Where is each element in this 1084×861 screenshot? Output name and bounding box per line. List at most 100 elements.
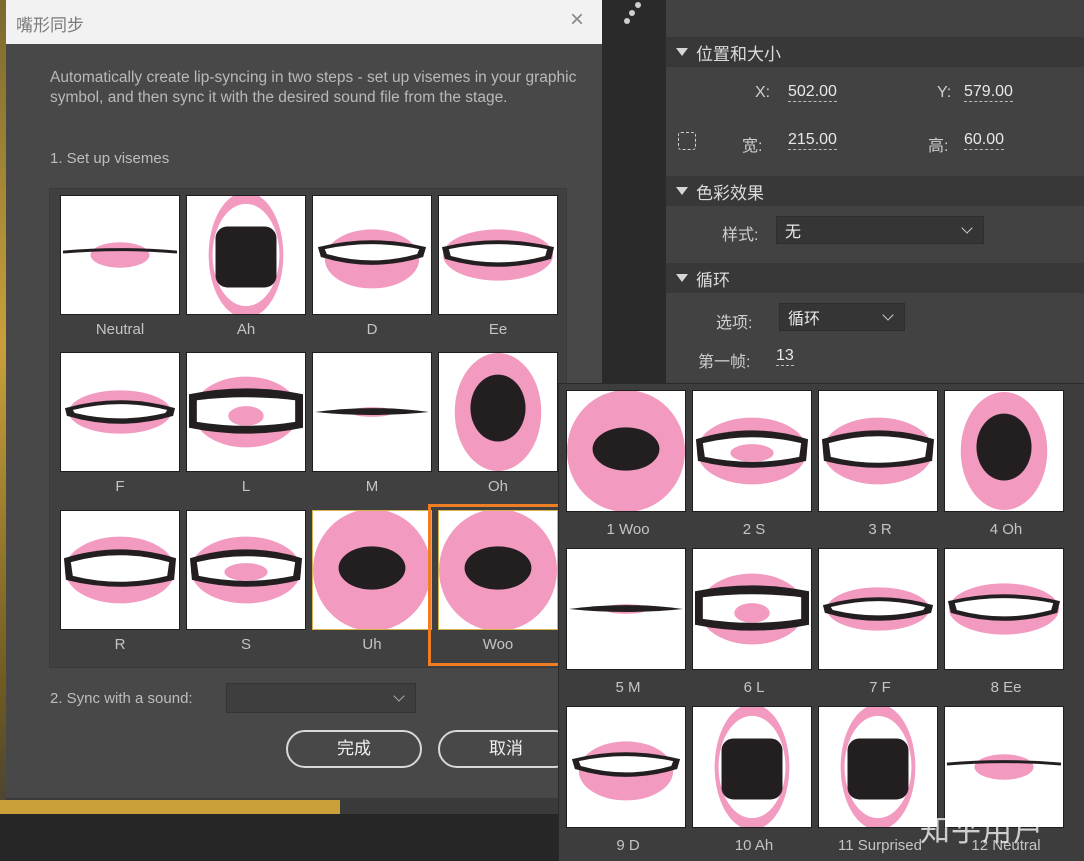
mouth-f-thumbnail[interactable] <box>60 352 180 472</box>
mouth-l-thumbnail[interactable] <box>186 352 306 472</box>
dialog-title: 嘴形同步 <box>16 16 84 35</box>
x-label: X: <box>755 84 771 101</box>
dialog-description: Automatically create lip-syncing in two … <box>50 69 577 106</box>
section-position-size[interactable]: 位置和大小 <box>666 37 1084 67</box>
frame-cell-5[interactable]: 5 M <box>566 542 688 698</box>
frame-cell-10[interactable]: 10 Ah <box>692 700 814 856</box>
chevron-down-icon <box>961 222 973 234</box>
step2-label: 2. Sync with a sound: <box>50 690 193 707</box>
mouth-oh-thumbnail[interactable] <box>944 390 1064 512</box>
viseme-cell-r[interactable]: R <box>55 504 180 660</box>
viseme-cell-ah[interactable]: Ah <box>181 189 306 345</box>
background-strip-bottom <box>0 800 340 814</box>
more-dots-icon[interactable] <box>624 2 644 26</box>
viseme-label: M <box>365 478 379 495</box>
collapse-triangle-icon[interactable] <box>676 48 688 56</box>
viseme-cell-l[interactable]: L <box>181 346 306 502</box>
viseme-cell-uh[interactable]: Uh <box>307 504 432 660</box>
viseme-label: Ah <box>236 321 256 338</box>
y-label: Y: <box>937 84 952 101</box>
section-color-effect[interactable]: 色彩效果 <box>666 176 1084 206</box>
style-dropdown[interactable]: 无 <box>776 216 984 244</box>
mouth-woo-thumbnail[interactable] <box>312 510 432 630</box>
mouth-f-thumbnail[interactable] <box>818 548 938 670</box>
frame-picker-popup: 1 Woo 2 S3 R4 Oh 5 M6 L7 F8 Ee 9 D 10 Ah 11 S… <box>558 383 1084 861</box>
panel-gutter <box>600 0 666 390</box>
chevron-down-icon <box>882 309 894 321</box>
dialog-title-bar[interactable]: 嘴形同步 × <box>6 0 602 44</box>
frame-cell-2[interactable]: 2 S <box>692 384 814 540</box>
properties-panel: 位置和大小 X: 502.00 Y: 579.00 宽: 215.00 高: 6… <box>666 0 1084 390</box>
selected-viseme-highlight <box>428 504 565 666</box>
frame-cell-1[interactable]: 1 Woo <box>566 384 688 540</box>
mouth-r-thumbnail[interactable] <box>818 390 938 512</box>
y-value[interactable]: 579.00 <box>964 83 1013 102</box>
first-frame-label: 第一帧: <box>698 354 751 371</box>
width-value[interactable]: 215.00 <box>788 131 837 150</box>
cancel-button[interactable]: 取消 <box>438 730 574 768</box>
mouth-teeth-thumbnail[interactable] <box>312 195 432 315</box>
mouth-m-thumbnail[interactable] <box>312 352 432 472</box>
frame-label: 7 F <box>869 679 891 696</box>
mouth-m-thumbnail[interactable] <box>566 548 686 670</box>
collapse-triangle-icon[interactable] <box>676 187 688 195</box>
frame-cell-4[interactable]: 4 Oh <box>944 384 1066 540</box>
mouth-oh-thumbnail[interactable] <box>438 352 558 472</box>
viseme-label: S <box>240 636 251 653</box>
section-loop[interactable]: 循环 <box>666 263 1084 293</box>
step1-label: 1. Set up visemes <box>50 150 170 167</box>
frame-label: 3 R <box>868 521 892 538</box>
viseme-cell-neutral[interactable]: Neutral <box>55 189 180 345</box>
mouth-l-thumbnail[interactable] <box>692 548 812 670</box>
mouth-neutral-thumbnail[interactable] <box>60 195 180 315</box>
viseme-cell-oh[interactable]: Oh <box>433 346 558 502</box>
done-button[interactable]: 完成 <box>286 730 422 768</box>
viseme-cell-m[interactable]: M <box>307 346 432 502</box>
viseme-label: R <box>114 636 126 653</box>
mouth-r-thumbnail[interactable] <box>60 510 180 630</box>
first-frame-value[interactable]: 13 <box>776 347 794 366</box>
frame-cell-8[interactable]: 8 Ee <box>944 542 1066 698</box>
sound-dropdown[interactable] <box>226 683 416 713</box>
app-window: 位置和大小 X: 502.00 Y: 579.00 宽: 215.00 高: 6… <box>0 0 1084 861</box>
mouth-teeth-thumbnail[interactable] <box>566 706 686 828</box>
chevron-down-icon <box>393 690 405 702</box>
viseme-label: Neutral <box>95 321 145 338</box>
mouth-s-thumbnail[interactable] <box>186 510 306 630</box>
mouth-s-thumbnail[interactable] <box>692 390 812 512</box>
viseme-label: Oh <box>487 478 508 495</box>
frame-label: 2 S <box>742 521 766 538</box>
frame-cell-9[interactable]: 9 D <box>566 700 688 856</box>
height-label: 高: <box>928 138 949 155</box>
loop-option-label: 选项: <box>716 315 753 332</box>
viseme-label: F <box>115 478 125 495</box>
viseme-cell-s[interactable]: S <box>181 504 306 660</box>
frame-label: 9 D <box>616 837 640 854</box>
viseme-cell-f[interactable]: F <box>55 346 180 502</box>
mouth-woo-thumbnail[interactable] <box>566 390 686 512</box>
mouth-teethwide-thumbnail[interactable] <box>438 195 558 315</box>
frame-cell-3[interactable]: 3 R <box>818 384 940 540</box>
collapse-triangle-icon[interactable] <box>676 274 688 282</box>
mouth-ah-thumbnail[interactable] <box>692 706 812 828</box>
frame-label: 8 Ee <box>990 679 1022 696</box>
viseme-cell-d[interactable]: D <box>307 189 432 345</box>
frame-label: 6 L <box>743 679 765 696</box>
close-icon[interactable]: × <box>566 8 588 32</box>
mouth-teethwide-thumbnail[interactable] <box>944 548 1064 670</box>
width-label: 宽: <box>742 138 763 155</box>
viseme-label: Uh <box>362 636 382 653</box>
style-label: 样式: <box>722 227 759 244</box>
mouth-ah-thumbnail[interactable] <box>186 195 306 315</box>
frame-cell-7[interactable]: 7 F <box>818 542 940 698</box>
viseme-label: L <box>241 478 251 495</box>
x-value[interactable]: 502.00 <box>788 83 837 102</box>
link-icon[interactable] <box>678 132 696 150</box>
viseme-cell-ee[interactable]: Ee <box>433 189 558 345</box>
height-value[interactable]: 60.00 <box>964 131 1005 150</box>
loop-option-dropdown[interactable]: 循环 <box>779 303 905 331</box>
frame-cell-6[interactable]: 6 L <box>692 542 814 698</box>
viseme-label: Ee <box>488 321 508 338</box>
watermark: 知乎用户 <box>920 814 1044 849</box>
frame-label: 5 M <box>615 679 641 696</box>
